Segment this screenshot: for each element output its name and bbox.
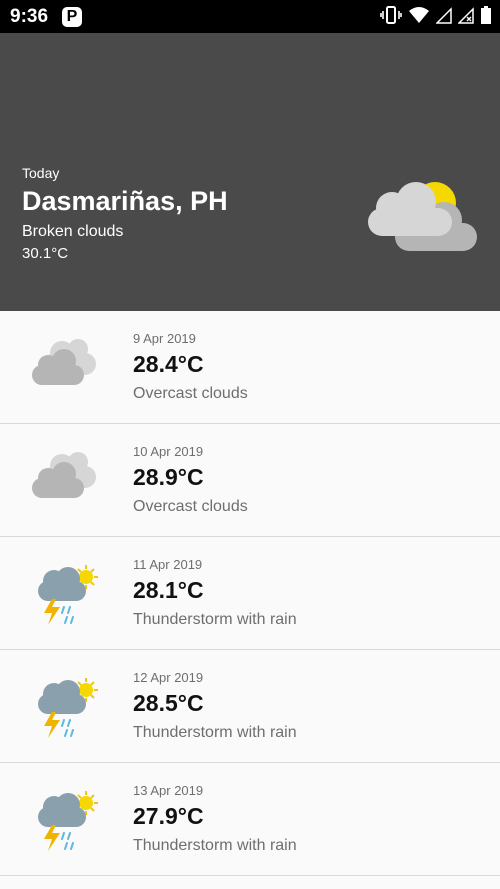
forecast-description: Thunderstorm with rain (133, 724, 297, 741)
wifi-icon (408, 6, 430, 29)
status-time: 9:36 (10, 6, 49, 27)
forecast-item[interactable]: 13 Apr 2019 27.9°C Thunderstorm with rai… (0, 763, 500, 876)
vibrate-icon (380, 5, 402, 29)
forecast-item[interactable]: 10 Apr 2019 28.9°C Overcast clouds (0, 424, 500, 537)
current-temperature: 30.1°C (22, 245, 69, 262)
forecast-list[interactable]: 9 Apr 2019 28.4°C Overcast clouds 10 Apr… (0, 311, 500, 876)
forecast-temperature: 28.4°C (133, 351, 204, 377)
current-weather-panel: Today Dasmariñas, PH Broken clouds 30.1°… (0, 33, 500, 311)
forecast-date: 11 Apr 2019 (133, 557, 203, 572)
forecast-item[interactable]: 12 Apr 2019 28.5°C Thunderstorm with rai… (0, 650, 500, 763)
current-description: Broken clouds (22, 223, 124, 240)
forecast-temperature: 28.9°C (133, 464, 204, 490)
overcast-clouds-icon (28, 444, 100, 516)
city-name: Dasmariñas, PH (22, 186, 228, 216)
forecast-date: 13 Apr 2019 (133, 783, 204, 798)
battery-icon (480, 5, 492, 30)
signal-icon (435, 6, 452, 29)
status-bar: 9:36 P (0, 0, 500, 33)
forecast-temperature: 28.5°C (133, 690, 204, 716)
thunderstorm-icon (28, 783, 100, 855)
overcast-clouds-icon (28, 331, 100, 403)
forecast-description: Overcast clouds (133, 385, 248, 402)
forecast-date: 10 Apr 2019 (133, 444, 204, 459)
today-label: Today (22, 165, 60, 181)
forecast-temperature: 27.9°C (133, 803, 204, 829)
forecast-date: 12 Apr 2019 (133, 670, 204, 685)
thunderstorm-icon (28, 670, 100, 742)
thunderstorm-icon (28, 557, 100, 629)
forecast-item[interactable]: 9 Apr 2019 28.4°C Overcast clouds (0, 311, 500, 424)
forecast-date: 9 Apr 2019 (133, 331, 196, 346)
parking-app-icon: P (62, 7, 82, 27)
forecast-temperature: 28.1°C (133, 577, 204, 603)
forecast-description: Overcast clouds (133, 498, 248, 515)
broken-clouds-icon (362, 178, 482, 263)
signal-off-icon (457, 6, 474, 29)
forecast-item[interactable]: 11 Apr 2019 28.1°C Thunderstorm with rai… (0, 537, 500, 650)
forecast-description: Thunderstorm with rain (133, 611, 297, 628)
forecast-description: Thunderstorm with rain (133, 837, 297, 854)
status-icons (380, 5, 492, 30)
